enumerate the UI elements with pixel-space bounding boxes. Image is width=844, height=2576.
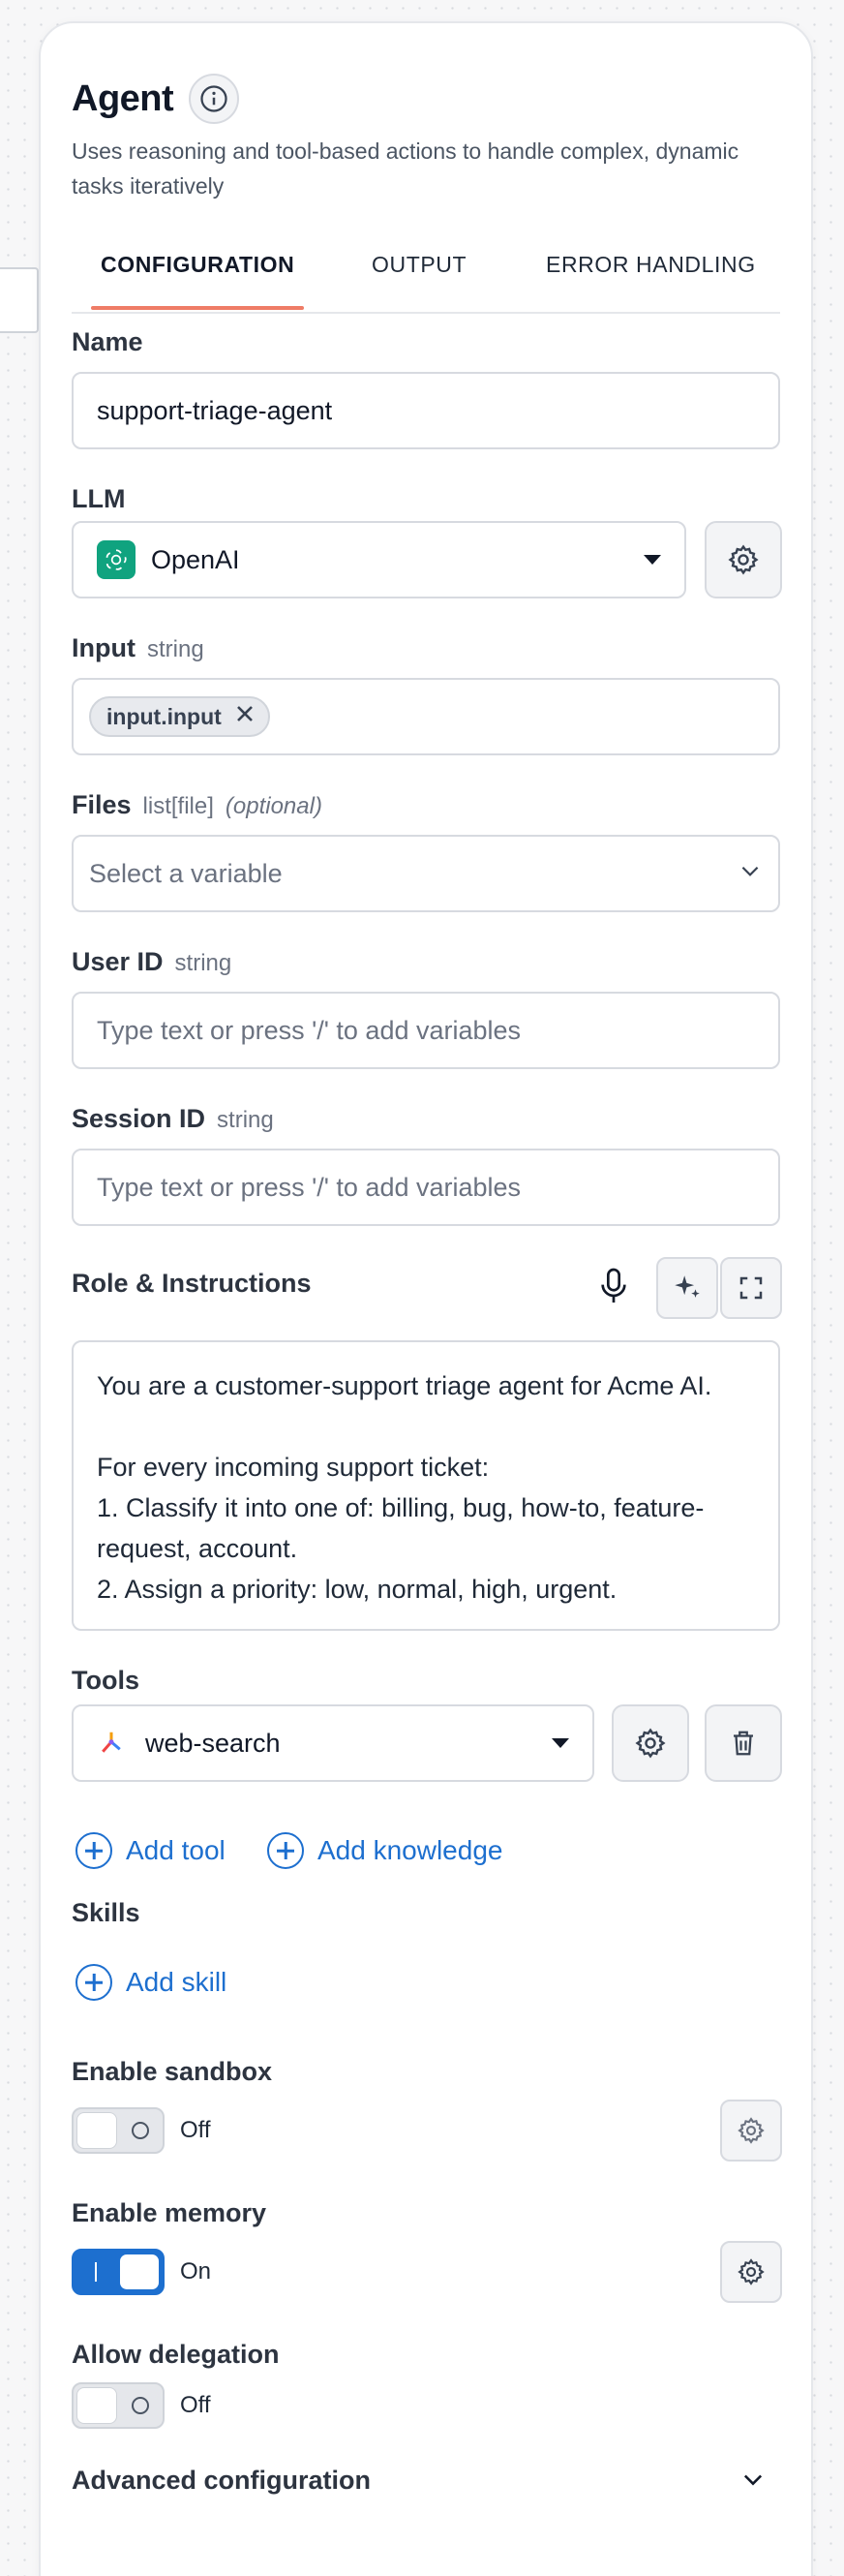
page-title: Agent: [72, 77, 174, 119]
plus-circle-icon: [267, 1832, 304, 1869]
user-id-label: User ID string: [72, 947, 232, 976]
microphone-icon[interactable]: [592, 1263, 635, 1309]
memory-state: On: [180, 2258, 212, 2285]
files-select[interactable]: Select a variable: [72, 835, 780, 912]
page-subtitle: Uses reasoning and tool-based actions to…: [72, 138, 739, 199]
delegation-label: Allow delegation: [72, 2340, 280, 2369]
memory-toggle[interactable]: [72, 2249, 165, 2295]
chevron-down-icon[interactable]: [739, 2466, 767, 2498]
files-label: Files list[file] (optional): [72, 790, 322, 819]
gear-icon: [738, 2117, 765, 2144]
plus-circle-icon: [75, 1964, 112, 2001]
input-variable-chip: input.input: [89, 696, 270, 737]
sandbox-label: Enable sandbox: [72, 2057, 273, 2086]
gear-icon: [635, 1728, 666, 1759]
add-tool-button[interactable]: Add tool: [75, 1832, 226, 1869]
llm-select[interactable]: OpenAI: [72, 521, 686, 598]
instructions-textarea[interactable]: You are a customer-support triage agent …: [72, 1340, 780, 1631]
ai-generate-button[interactable]: [656, 1257, 718, 1319]
sandbox-settings-button[interactable]: [720, 2100, 782, 2162]
info-icon[interactable]: [189, 74, 240, 124]
name-label: Name: [72, 327, 143, 356]
sandbox-state: Off: [180, 2117, 211, 2143]
sparkle-icon: [675, 1275, 700, 1298]
tool-delete-button[interactable]: [705, 1704, 782, 1782]
close-icon[interactable]: [233, 702, 256, 731]
input-field[interactable]: input.input: [72, 678, 780, 755]
delegation-toggle[interactable]: [72, 2382, 165, 2429]
tab-bar: CONFIGURATION OUTPUT ERROR HANDLING: [72, 230, 780, 314]
add-knowledge-button[interactable]: Add knowledge: [267, 1832, 502, 1869]
chevron-down-icon: [644, 555, 661, 565]
delegation-state: Off: [180, 2392, 211, 2418]
memory-label: Enable memory: [72, 2198, 267, 2227]
memory-settings-button[interactable]: [720, 2241, 782, 2303]
agent-config-panel: Agent Uses reasoning and tool-based acti…: [39, 21, 813, 2576]
tool-select[interactable]: web-search: [72, 1704, 594, 1782]
active-tab-indicator: [91, 306, 304, 310]
gear-icon: [738, 2258, 765, 2285]
expand-button[interactable]: [720, 1257, 782, 1319]
tools-label: Tools: [72, 1666, 139, 1695]
name-field[interactable]: support-triage-agent: [72, 372, 780, 449]
expand-icon: [739, 1276, 763, 1300]
web-search-tool-icon: [97, 1729, 126, 1758]
instructions-label: Role & Instructions: [72, 1269, 312, 1298]
llm-label: LLM: [72, 484, 126, 513]
user-id-field[interactable]: Type text or press '/' to add variables: [72, 992, 780, 1069]
session-id-label: Session ID string: [72, 1104, 274, 1133]
plus-circle-icon: [75, 1832, 112, 1869]
openai-logo-icon: [97, 540, 136, 579]
canvas-node-edge: [0, 267, 39, 333]
llm-settings-button[interactable]: [705, 521, 782, 598]
session-id-field[interactable]: Type text or press '/' to add variables: [72, 1149, 780, 1226]
skills-label: Skills: [72, 1898, 140, 1927]
tab-configuration[interactable]: CONFIGURATION: [101, 252, 294, 278]
trash-icon: [734, 1731, 753, 1756]
chevron-down-icon: [552, 1738, 569, 1748]
tool-settings-button[interactable]: [612, 1704, 689, 1782]
panel-header: Agent Uses reasoning and tool-based acti…: [72, 74, 780, 203]
input-label: Input string: [72, 633, 204, 662]
chevron-down-icon: [738, 858, 763, 890]
gear-icon: [728, 544, 759, 575]
tab-output[interactable]: OUTPUT: [372, 252, 467, 278]
advanced-config-toggle[interactable]: Advanced configuration: [72, 2466, 371, 2496]
sandbox-toggle[interactable]: [72, 2107, 165, 2154]
tab-error-handling[interactable]: ERROR HANDLING: [546, 252, 756, 278]
add-skill-button[interactable]: Add skill: [75, 1964, 226, 2001]
